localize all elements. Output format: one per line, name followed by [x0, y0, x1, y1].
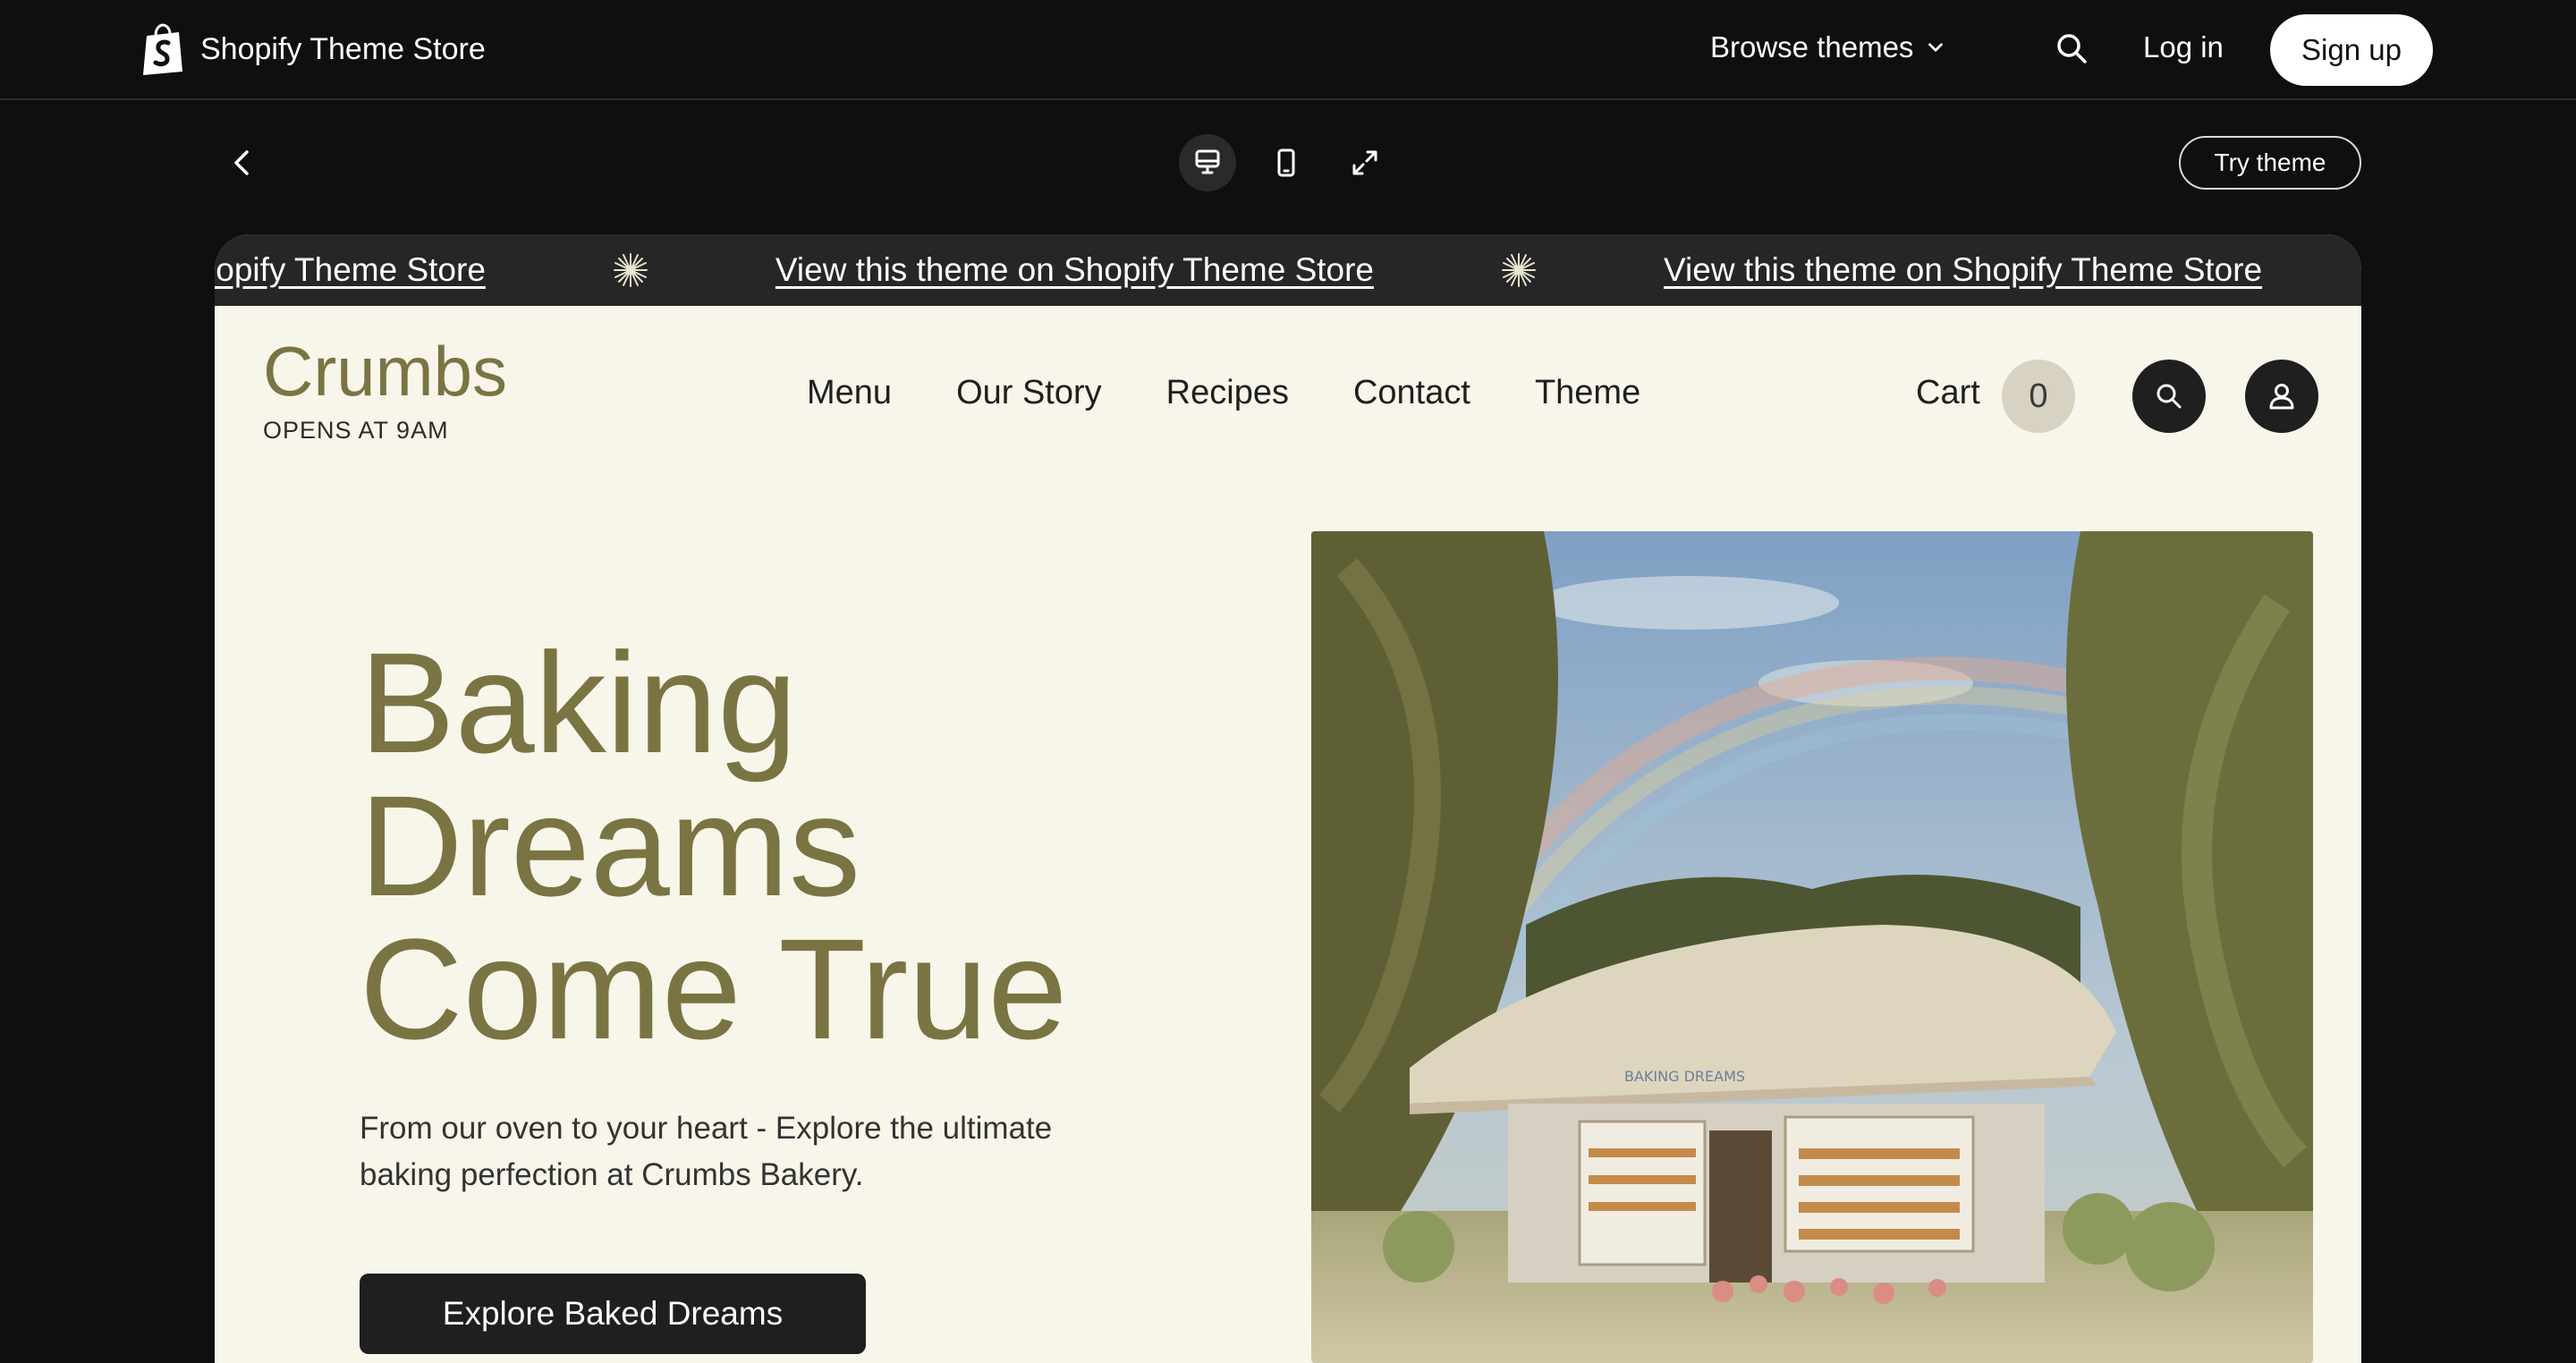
try-theme-button[interactable]: Try theme: [2179, 136, 2361, 190]
nav-item-contact[interactable]: Contact: [1353, 374, 1470, 412]
login-link[interactable]: Log in: [2143, 30, 2224, 64]
hero-image: BAKING DREAMS: [1311, 531, 2313, 1363]
desktop-icon: [1195, 149, 1220, 174]
nav-item-recipes[interactable]: Recipes: [1166, 374, 1289, 412]
hero-title-line: Baking: [360, 622, 798, 783]
shopify-bag-icon: [143, 23, 182, 75]
bakery-illustration: BAKING DREAMS: [1311, 531, 2313, 1363]
hero-subtitle: From our oven to your heart - Explore th…: [360, 1111, 1053, 1192]
explore-baked-dreams-button[interactable]: Explore Baked Dreams: [360, 1274, 866, 1354]
user-icon: [2269, 384, 2294, 410]
brand-link[interactable]: Shopify Theme Store: [141, 23, 486, 75]
fullscreen-view-button[interactable]: [1336, 134, 1394, 191]
browse-themes-label: Browse themes: [1710, 30, 1914, 63]
shopify-topbar: Shopify Theme Store Browse themes Log in…: [0, 0, 2576, 100]
browse-themes-dropdown[interactable]: Browse themes: [1710, 30, 1947, 64]
store-search-button[interactable]: [2132, 360, 2206, 433]
back-arrow-icon[interactable]: [225, 145, 258, 181]
announcement-marquee: Shopify Theme Store View this theme on S…: [215, 234, 2361, 306]
marquee-link[interactable]: View this theme on Shopify Theme Store: [1664, 251, 2262, 289]
hero-title-line: Come True: [360, 909, 1068, 1069]
desktop-view-button[interactable]: [1179, 134, 1236, 191]
sparkle-icon: [613, 253, 648, 287]
store-header: Crumbs OPENS AT 9AM Menu Our Story Recip…: [215, 306, 2361, 485]
marquee-track: Shopify Theme Store View this theme on S…: [215, 234, 2262, 306]
search-icon[interactable]: [2054, 30, 2089, 66]
marquee-link[interactable]: Shopify Theme Store: [215, 251, 486, 289]
nav-item-our-story[interactable]: Our Story: [956, 374, 1102, 412]
mobile-icon: [1277, 148, 1295, 177]
mobile-view-button[interactable]: [1258, 134, 1315, 191]
store-tagline: OPENS AT 9AM: [263, 417, 449, 444]
hero-title-line: Dreams: [360, 766, 861, 926]
store-logo[interactable]: Crumbs OPENS AT 9AM: [263, 336, 507, 444]
nav-item-menu[interactable]: Menu: [807, 374, 892, 412]
signup-button[interactable]: Sign up: [2270, 14, 2433, 86]
sparkle-icon: [1502, 253, 1537, 287]
cart-link[interactable]: Cart: [1916, 374, 1980, 412]
fullscreen-icon: [1352, 150, 1377, 175]
cart-count-badge[interactable]: 0: [2002, 360, 2075, 433]
store-name: Crumbs: [263, 332, 508, 411]
bakery-sign-text: BAKING DREAMS: [1624, 1068, 1745, 1085]
brand-name: Shopify Theme Store: [200, 31, 486, 66]
device-toggle-group: [1179, 134, 1394, 191]
marquee-link[interactable]: View this theme on Shopify Theme Store: [775, 251, 1374, 289]
search-icon: [2157, 384, 2182, 409]
chevron-down-icon: [1928, 43, 1944, 53]
store-account-button[interactable]: [2245, 360, 2318, 433]
hero-title: Baking Dreams Come True: [360, 631, 1165, 1061]
store-nav: Menu Our Story Recipes Contact Theme: [807, 374, 1640, 412]
nav-item-theme[interactable]: Theme: [1535, 374, 1640, 412]
